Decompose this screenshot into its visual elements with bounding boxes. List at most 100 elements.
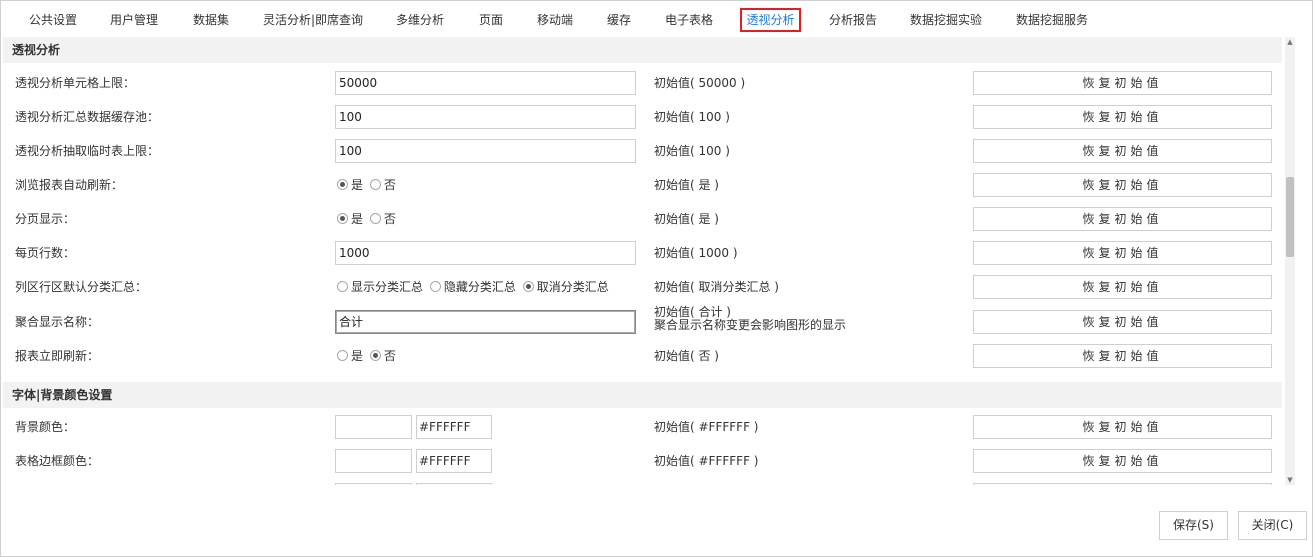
cache-pool-input[interactable]: 100 <box>335 105 636 129</box>
border-color-swatch[interactable] <box>335 449 412 473</box>
radio-dot <box>369 179 381 190</box>
radio-dot <box>337 179 348 190</box>
tab-analysis-report[interactable]: 分析报告 <box>827 8 879 32</box>
paging-radio-group: 是 否 <box>337 202 399 236</box>
setting-row-agg-name: 聚合显示名称： 合计 初始值( 合计 ) 聚合显示名称变更会影响图形的显示 恢复… <box>3 305 1282 339</box>
close-button[interactable]: 关闭(C) <box>1238 511 1307 540</box>
reset-button[interactable]: 恢复初始值 <box>973 71 1272 95</box>
auto-refresh-radio-group: 是 否 <box>337 168 399 202</box>
setting-row-auto-refresh: 浏览报表自动刷新： 是 否 初始值( 是 ) 恢复初始值 <box>3 168 1282 202</box>
rows-per-page-input[interactable]: 1000 <box>335 241 636 265</box>
setting-label: 列区行区默认分类汇总： <box>15 280 148 294</box>
radio-no[interactable]: 否 <box>369 339 396 373</box>
settings-scroll-area[interactable]: 透视分析 透视分析单元格上限： 50000 初始值( 50000 ) 恢复初始值… <box>3 37 1297 485</box>
radio-yes[interactable]: 是 <box>337 202 363 236</box>
setting-row-partial <box>3 478 1282 485</box>
agg-name-input[interactable]: 合计 <box>335 310 636 334</box>
initial-value: 初始值( 合计 ) 聚合显示名称变更会影响图形的显示 <box>654 305 847 332</box>
color-hex-input[interactable] <box>416 483 492 485</box>
setting-row-default-subtotal: 列区行区默认分类汇总： 显示分类汇总 隐藏分类汇总 取消分类汇总 初始值( 取消… <box>3 270 1282 304</box>
color-swatch[interactable] <box>335 483 412 485</box>
tab-multidim-analysis[interactable]: 多维分析 <box>394 8 446 32</box>
reset-button[interactable]: 恢复初始值 <box>973 310 1272 334</box>
section-header-pivot: 透视分析 <box>3 37 1282 63</box>
radio-no[interactable]: 否 <box>369 202 396 236</box>
border-color-hex-input[interactable]: #FFFFFF <box>416 449 492 473</box>
instant-refresh-radio-group: 是 否 <box>337 339 399 373</box>
tab-spreadsheet[interactable]: 电子表格 <box>663 8 715 32</box>
radio-dot <box>337 213 348 224</box>
tab-pivot-analysis[interactable]: 透视分析 <box>740 8 801 32</box>
tab-dataset[interactable]: 数据集 <box>191 8 231 32</box>
temp-limit-input[interactable]: 100 <box>335 139 636 163</box>
setting-row-instant-refresh: 报表立即刷新： 是 否 初始值( 否 ) 恢复初始值 <box>3 339 1282 373</box>
reset-button[interactable]: 恢复初始值 <box>973 275 1272 299</box>
setting-row-rows-per-page: 每页行数： 1000 初始值( 1000 ) 恢复初始值 <box>3 236 1282 270</box>
setting-row-border-color: 表格边框颜色： #FFFFFF 初始值( #FFFFFF ) 恢复初始值 <box>3 444 1282 478</box>
tab-flexible-analysis[interactable]: 灵活分析|即席查询 <box>261 8 365 32</box>
subtotal-radio-group: 显示分类汇总 隐藏分类汇总 取消分类汇总 <box>337 270 612 304</box>
initial-value: 初始值( 否 ) <box>654 349 719 363</box>
setting-label: 表格边框颜色： <box>15 454 100 468</box>
setting-row-temp-limit: 透视分析抽取临时表上限： 100 初始值( 100 ) 恢复初始值 <box>3 134 1282 168</box>
reset-button[interactable]: 恢复初始值 <box>973 207 1272 231</box>
radio-yes[interactable]: 是 <box>337 339 363 373</box>
tab-user-management[interactable]: 用户管理 <box>108 8 160 32</box>
tab-mining-experiment[interactable]: 数据挖掘实验 <box>908 8 984 32</box>
setting-label: 每页行数： <box>15 246 76 260</box>
initial-value: 初始值( 50000 ) <box>654 76 746 90</box>
save-button[interactable]: 保存(S) <box>1159 511 1228 540</box>
initial-value: 初始值( #FFFFFF ) <box>654 454 759 468</box>
cell-limit-input[interactable]: 50000 <box>335 71 636 95</box>
setting-label: 透视分析汇总数据缓存池： <box>15 110 160 124</box>
initial-value: 初始值( 100 ) <box>654 144 730 158</box>
reset-button[interactable]: 恢复初始值 <box>973 415 1272 439</box>
reset-button[interactable]: 恢复初始值 <box>973 449 1272 473</box>
tab-mobile[interactable]: 移动端 <box>535 8 575 32</box>
section-header-font-bg: 字体|背景颜色设置 <box>3 382 1282 408</box>
tab-mining-service[interactable]: 数据挖掘服务 <box>1014 8 1090 32</box>
reset-button[interactable]: 恢复初始值 <box>973 139 1272 163</box>
tab-public-settings[interactable]: 公共设置 <box>28 8 78 32</box>
radio-cancel-subtotal[interactable]: 取消分类汇总 <box>522 270 609 304</box>
setting-row-bg-color: 背景颜色： #FFFFFF 初始值( #FFFFFF ) 恢复初始值 <box>3 410 1282 444</box>
initial-value: 初始值( 1000 ) <box>654 246 738 260</box>
tab-cache[interactable]: 缓存 <box>605 8 633 32</box>
setting-label: 透视分析单元格上限： <box>15 76 136 90</box>
bg-color-hex-input[interactable]: #FFFFFF <box>416 415 492 439</box>
radio-hide-subtotal[interactable]: 隐藏分类汇总 <box>429 270 516 304</box>
reset-button[interactable]: 恢复初始值 <box>973 241 1272 265</box>
radio-dot <box>522 281 534 292</box>
scrollbar-thumb[interactable] <box>1286 177 1294 257</box>
initial-value: 初始值( #FFFFFF ) <box>654 420 759 434</box>
radio-dot <box>337 281 348 292</box>
initial-value: 初始值( 是 ) <box>654 212 719 226</box>
setting-label: 浏览报表自动刷新： <box>15 178 124 192</box>
radio-dot <box>369 350 381 361</box>
settings-dialog: 公共设置 用户管理 数据集 灵活分析|即席查询 多维分析 页面 移动端 缓存 电… <box>0 0 1313 557</box>
setting-label: 背景颜色： <box>15 420 76 434</box>
setting-label: 聚合显示名称： <box>15 315 100 329</box>
initial-value: 初始值( 100 ) <box>654 110 730 124</box>
radio-no[interactable]: 否 <box>369 168 396 202</box>
reset-button[interactable]: 恢复初始值 <box>973 105 1272 129</box>
setting-row-cache-pool: 透视分析汇总数据缓存池： 100 初始值( 100 ) 恢复初始值 <box>3 100 1282 134</box>
setting-label: 分页显示： <box>15 212 76 226</box>
setting-row-paging: 分页显示： 是 否 初始值( 是 ) 恢复初始值 <box>3 202 1282 236</box>
tab-page[interactable]: 页面 <box>477 8 505 32</box>
setting-label: 报表立即刷新： <box>15 349 100 363</box>
agg-name-note: 聚合显示名称变更会影响图形的显示 <box>654 318 847 332</box>
vertical-scrollbar[interactable]: ▲ ▼ <box>1285 37 1295 485</box>
scroll-down-icon[interactable]: ▼ <box>1285 475 1295 485</box>
radio-yes[interactable]: 是 <box>337 168 363 202</box>
scroll-up-icon[interactable]: ▲ <box>1285 37 1295 47</box>
reset-button[interactable]: 恢复初始值 <box>973 173 1272 197</box>
initial-value: 初始值( 取消分类汇总 ) <box>654 280 779 294</box>
radio-show-subtotal[interactable]: 显示分类汇总 <box>337 270 423 304</box>
reset-button[interactable] <box>973 483 1272 485</box>
reset-button[interactable]: 恢复初始值 <box>973 344 1272 368</box>
radio-dot <box>429 281 441 292</box>
bg-color-swatch[interactable] <box>335 415 412 439</box>
setting-row-cell-limit: 透视分析单元格上限： 50000 初始值( 50000 ) 恢复初始值 <box>3 66 1282 100</box>
radio-dot <box>369 213 381 224</box>
